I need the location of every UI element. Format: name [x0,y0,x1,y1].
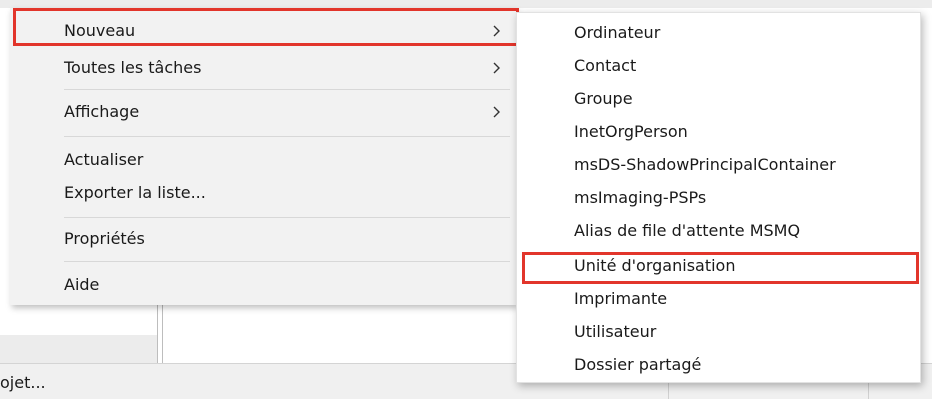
menu-item-label: Exporter la liste... [64,183,206,202]
submenu-item-alias-msmq[interactable]: Alias de file d'attente MSMQ [517,216,920,246]
tree-pane-scroll-area[interactable] [0,335,158,363]
submenu-item-imprimante[interactable]: Imprimante [517,284,920,314]
submenu-item-label: Imprimante [574,289,668,308]
submenu-item-label: Utilisateur [574,322,657,341]
menu-separator [64,217,510,218]
chevron-right-icon [493,25,500,37]
submenu-item-msds-shadowprincipalcontainer[interactable]: msDS-ShadowPrincipalContainer [517,150,920,180]
screen: ojet... Nouveau Toutes les tâches Affich… [0,0,932,399]
chevron-right-icon [493,106,500,118]
submenu-item-label: InetOrgPerson [574,122,688,141]
submenu-item-label: msDS-ShadowPrincipalContainer [574,155,836,174]
window-top-strip [0,0,932,8]
menu-separator [64,89,510,90]
submenu-item-label: Contact [574,56,637,75]
menu-item-label: Propriétés [64,229,145,248]
menu-item-label: Affichage [64,102,140,121]
pane-splitter-left-edge[interactable] [157,305,158,363]
context-menu: Nouveau Toutes les tâches Affichage Actu… [10,8,516,305]
submenu-item-label: msImaging-PSPs [574,188,707,207]
menu-item-aide[interactable]: Aide [10,270,516,300]
submenu-nouveau: Ordinateur Contact Groupe InetOrgPerson … [516,12,921,383]
pane-splitter-right-edge[interactable] [162,305,163,363]
submenu-item-label: Alias de file d'attente MSMQ [574,221,801,240]
submenu-item-ordinateur[interactable]: Ordinateur [517,18,920,48]
submenu-item-label: Ordinateur [574,23,661,42]
submenu-item-contact[interactable]: Contact [517,51,920,81]
menu-item-label: Aide [64,275,100,294]
menu-item-nouveau[interactable]: Nouveau [10,16,516,46]
status-text: ojet... [0,373,46,392]
submenu-item-utilisateur[interactable]: Utilisateur [517,317,920,347]
menu-item-affichage[interactable]: Affichage [10,97,516,127]
submenu-item-groupe[interactable]: Groupe [517,84,920,114]
submenu-item-inetorgperson[interactable]: InetOrgPerson [517,117,920,147]
menu-item-toutes-les-taches[interactable]: Toutes les tâches [10,53,516,83]
menu-separator [64,136,510,137]
submenu-item-label: Unité d'organisation [574,256,736,275]
menu-item-label: Actualiser [64,150,144,169]
submenu-item-label: Groupe [574,89,633,108]
menu-item-proprietes[interactable]: Propriétés [10,224,516,254]
submenu-item-dossier-partage[interactable]: Dossier partagé [517,350,920,380]
menu-item-label: Nouveau [64,21,136,40]
submenu-item-label: Dossier partagé [574,355,702,374]
submenu-item-unite-organisation[interactable]: Unité d'organisation [517,251,920,281]
chevron-right-icon [493,62,500,74]
menu-item-actualiser[interactable]: Actualiser [10,145,516,175]
menu-item-exporter-la-liste[interactable]: Exporter la liste... [10,178,516,208]
tree-pane[interactable] [0,305,158,335]
submenu-item-msimaging-psps[interactable]: msImaging-PSPs [517,183,920,213]
menu-separator [64,261,510,262]
menu-item-label: Toutes les tâches [64,58,202,77]
